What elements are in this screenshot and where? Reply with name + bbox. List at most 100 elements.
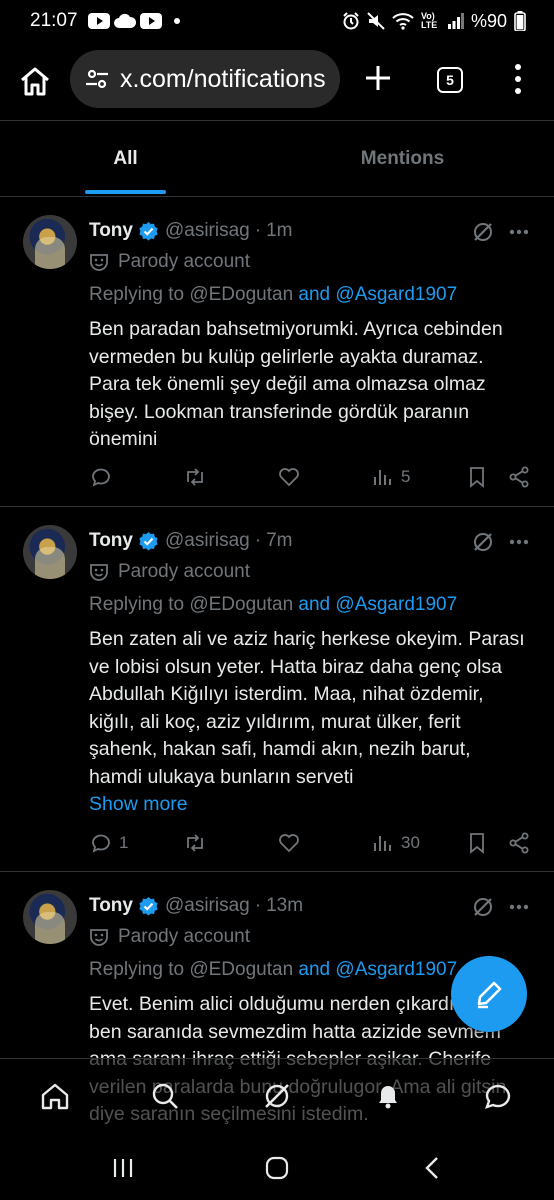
verified-badge-icon [139, 531, 158, 551]
tweet-text: Ben paradan bahsetmiyorumki. Ayrıca cebi… [89, 318, 503, 450]
verified-badge-icon [139, 896, 158, 916]
youtube-icon [139, 13, 162, 29]
bottom-navigation [0, 1058, 554, 1134]
reply-and[interactable]: and [298, 959, 330, 980]
author-name[interactable]: Tony [89, 530, 133, 552]
status-bar: 21:07 Vo) LTE %90 [0, 0, 554, 42]
url-text: x.com/notifications [120, 64, 326, 93]
signal-icon [447, 13, 464, 29]
site-settings-icon[interactable] [84, 66, 110, 92]
reply-icon [92, 834, 110, 853]
tab-all[interactable]: All [0, 121, 251, 197]
parody-label: Parody account [89, 251, 250, 273]
grok-icon[interactable] [472, 221, 494, 243]
separator: · [254, 220, 262, 241]
reply-and[interactable]: and [298, 594, 330, 615]
avatar[interactable] [23, 525, 77, 579]
views-icon [374, 470, 391, 485]
timestamp[interactable]: 1m [266, 220, 292, 242]
cloud-icon [113, 13, 136, 28]
bookmark-button[interactable] [465, 828, 489, 858]
views-button[interactable]: 5 [371, 462, 410, 492]
replying-to: Replying to @EDogutan and @Asgard1907 [89, 594, 457, 616]
bell-icon[interactable] [373, 1081, 403, 1111]
reply-button[interactable] [89, 462, 119, 492]
author-handle[interactable]: @asirisag [165, 895, 250, 917]
like-button[interactable] [277, 828, 301, 858]
reply-button[interactable]: 1 [89, 828, 128, 858]
browser-home-icon[interactable] [18, 64, 52, 98]
author-name[interactable]: Tony [89, 220, 133, 242]
address-bar[interactable]: x.com/notifications [70, 50, 340, 108]
parody-text: Parody account [118, 926, 251, 947]
tweet-header: Tony @asirisag · 1m [89, 218, 534, 244]
replying-to: Replying to @EDogutan and @Asgard1907 [89, 959, 457, 981]
reply-mention[interactable]: @EDogutan [189, 284, 293, 305]
theater-mask-icon [90, 254, 108, 271]
reply-mention[interactable]: @Asgard1907 [335, 959, 457, 980]
separator: · [254, 895, 262, 916]
bookmark-button[interactable] [465, 462, 489, 492]
timestamp[interactable]: 13m [266, 895, 303, 917]
back-icon[interactable] [423, 1156, 443, 1180]
alarm-icon [343, 12, 359, 30]
recent-apps-icon[interactable] [111, 1156, 135, 1180]
reply-mention[interactable]: @EDogutan [189, 594, 293, 615]
author-handle[interactable]: @asirisag [165, 530, 250, 552]
avatar[interactable] [23, 215, 77, 269]
more-options-icon[interactable] [509, 229, 529, 235]
reply-and[interactable]: and [298, 284, 330, 305]
parody-text: Parody account [118, 251, 251, 272]
search-icon[interactable] [150, 1081, 180, 1111]
battery-level: %90 [470, 10, 507, 31]
more-options-icon[interactable] [509, 904, 529, 910]
system-navigation [0, 1134, 554, 1200]
heart-icon [279, 834, 299, 853]
show-more-link[interactable]: Show more [89, 793, 188, 815]
wifi-icon [392, 13, 414, 30]
status-time: 21:07 [30, 10, 78, 31]
network-type: Vo) LTE [420, 11, 438, 30]
tweet-actions: 5 [89, 462, 536, 492]
home-icon[interactable] [40, 1081, 70, 1111]
replying-prefix: Replying to [89, 594, 185, 615]
tweet-header: Tony @asirisag · 7m [89, 528, 534, 554]
share-button[interactable] [507, 828, 531, 858]
notifications-tabs: All Mentions [0, 121, 554, 197]
share-button[interactable] [507, 462, 531, 492]
tweet[interactable]: Tony @asirisag · 7m Parody account Reply… [0, 508, 554, 872]
tab-switcher-button[interactable]: 5 [437, 67, 463, 93]
retweet-icon [187, 468, 203, 486]
compose-button[interactable] [451, 956, 527, 1032]
more-options-icon[interactable] [509, 539, 529, 545]
grok-icon[interactable] [472, 531, 494, 553]
grok-icon[interactable] [472, 896, 494, 918]
views-button[interactable]: 30 [371, 828, 420, 858]
mute-icon [367, 12, 385, 30]
battery-icon [514, 11, 526, 31]
retweet-button[interactable] [183, 828, 207, 858]
reply-mention[interactable]: @Asgard1907 [335, 284, 457, 305]
reply-mention[interactable]: @Asgard1907 [335, 594, 457, 615]
tab-mentions[interactable]: Mentions [251, 121, 554, 197]
tweet[interactable]: Tony @asirisag · 1m Parody account Reply… [0, 198, 554, 507]
messages-icon[interactable] [483, 1081, 513, 1111]
reply-mention[interactable]: @EDogutan [189, 959, 293, 980]
grok-icon[interactable] [262, 1081, 292, 1111]
replying-to: Replying to @EDogutan and @Asgard1907 [89, 284, 457, 306]
tweet-text-container: Ben zaten ali ve aziz hariç herkese okey… [89, 626, 529, 819]
parody-label: Parody account [89, 561, 250, 583]
new-tab-icon[interactable] [362, 62, 394, 94]
author-handle[interactable]: @asirisag [165, 220, 250, 242]
verified-badge-icon [139, 221, 158, 241]
avatar[interactable] [23, 890, 77, 944]
browser-menu-icon[interactable] [508, 62, 528, 96]
retweet-button[interactable] [183, 462, 207, 492]
timestamp[interactable]: 7m [266, 530, 292, 552]
share-icon [509, 832, 529, 854]
home-nav-icon[interactable] [265, 1156, 289, 1180]
like-button[interactable] [277, 462, 301, 492]
author-name[interactable]: Tony [89, 895, 133, 917]
compose-icon [477, 981, 502, 1009]
bookmark-icon [470, 467, 484, 488]
